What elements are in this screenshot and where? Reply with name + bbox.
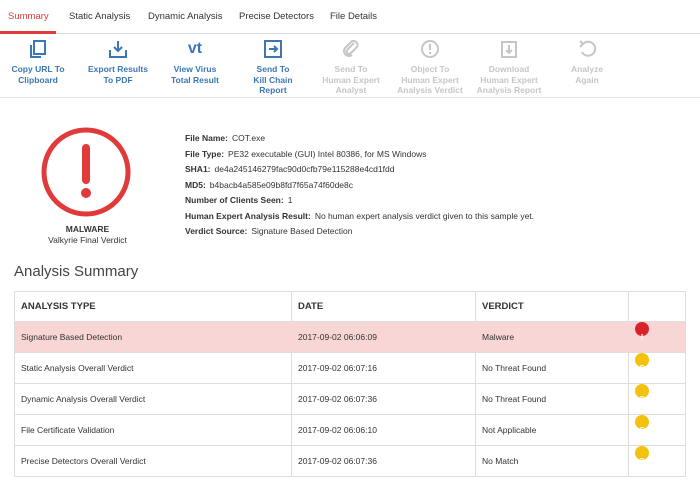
column-header-verdict: VERDICT bbox=[482, 301, 524, 312]
date-cell: 2017-09-02 06:07:36 bbox=[298, 456, 377, 466]
analysis-type-cell: Precise Detectors Overall Verdict bbox=[21, 456, 146, 466]
table-row[interactable]: Precise Detectors Overall Verdict 2017-0… bbox=[15, 446, 685, 477]
download-icon bbox=[501, 41, 517, 58]
date-cell: 2017-09-02 06:06:10 bbox=[298, 425, 377, 435]
question-icon[interactable]: ? bbox=[635, 446, 649, 466]
tab-summary[interactable]: Summary bbox=[8, 11, 49, 22]
question-icon[interactable]: ? bbox=[635, 415, 649, 435]
file-name-key: File Name: bbox=[185, 133, 228, 143]
verdict-cell: Malware bbox=[482, 332, 515, 342]
human-expert-result-key: Human Expert Analysis Result: bbox=[185, 210, 311, 221]
md5-value: b4bacb4a585e09b8fd7f65a74f60de8c bbox=[209, 179, 354, 190]
copy-url-button[interactable]: Copy URL To Clipboard bbox=[0, 38, 80, 85]
analysis-summary-title: Analysis Summary bbox=[14, 263, 139, 280]
export-pdf-button[interactable]: Export Results To PDF bbox=[76, 38, 160, 85]
verdict-source-value: Signature Based Detection bbox=[251, 226, 353, 236]
date-cell: 2017-09-02 06:06:09 bbox=[298, 332, 377, 342]
sha1-row: SHA1: de4a245146279fac90d0cfb79e115288e4c… bbox=[185, 162, 685, 178]
view-virustotal-label: View Virus Total Result bbox=[170, 64, 219, 85]
export-pdf-label: Export Results To PDF bbox=[88, 64, 148, 85]
question-icon[interactable]: ? bbox=[635, 384, 649, 404]
analyze-again-button[interactable]: Analyze Again bbox=[545, 38, 629, 85]
download-report-button[interactable]: Download Human Expert Analysis Report bbox=[467, 38, 551, 96]
export-icon bbox=[109, 41, 127, 58]
tab-file-details[interactable]: File Details bbox=[330, 11, 377, 22]
send-kill-chain-label: Send To Kill Chain Report bbox=[253, 64, 293, 95]
action-toolbar: Copy URL To Clipboard Export Results To … bbox=[0, 35, 700, 98]
question-icon[interactable]: ? bbox=[635, 353, 649, 373]
exclamation-circle-icon bbox=[421, 40, 439, 58]
sha1-key: SHA1: bbox=[185, 164, 211, 174]
tab-bar: Summary Static Analysis Dynamic Analysis… bbox=[0, 0, 700, 34]
file-type-key: File Type: bbox=[185, 148, 225, 159]
tab-precise-detectors[interactable]: Precise Detectors bbox=[239, 11, 314, 22]
verdict-cell: No Threat Found bbox=[482, 363, 547, 373]
clients-seen-row: Number of Clients Seen: 1 bbox=[185, 193, 685, 209]
file-info-panel: File Name: COT.exe File Type: PE32 executa… bbox=[185, 131, 685, 240]
md5-key: MD5: bbox=[185, 179, 206, 190]
malware-verdict-icon bbox=[41, 127, 131, 217]
file-type-value: PE32 executable (GUI) Intel 80386, for M… bbox=[228, 148, 427, 159]
send-arrow-icon bbox=[264, 40, 282, 58]
verdict-cell: Not Applicable bbox=[482, 425, 537, 435]
md5-row: MD5: b4bacb4a585e09b8fd7f65a74f60de8c bbox=[185, 178, 685, 194]
refresh-icon bbox=[579, 40, 597, 57]
file-name-value: COT.exe bbox=[232, 133, 266, 143]
active-tab-indicator bbox=[0, 31, 56, 34]
download-report-label: Download Human Expert Analysis Report bbox=[476, 64, 542, 95]
view-virustotal-button[interactable]: vt View Virus Total Result bbox=[153, 38, 237, 85]
analyze-again-label: Analyze Again bbox=[570, 64, 604, 85]
verdict-subtitle: Valkyrie Final Verdict bbox=[48, 235, 127, 245]
human-expert-result-value: No human expert analysis verdict given t… bbox=[314, 210, 535, 221]
analysis-type-cell: File Certificate Validation bbox=[21, 425, 115, 435]
verdict-title: MALWARE bbox=[65, 224, 110, 234]
analysis-type-cell: Static Analysis Overall Verdict bbox=[21, 363, 134, 373]
table-row[interactable]: Static Analysis Overall Verdict 2017-09-… bbox=[15, 353, 685, 384]
file-name-row: File Name: COT.exe bbox=[185, 131, 685, 147]
date-cell: 2017-09-02 06:07:36 bbox=[298, 394, 377, 404]
clients-seen-key: Number of Clients Seen: bbox=[185, 195, 284, 205]
sha1-value: de4a245146279fac90d0cfb79e115288e4cd1fdd bbox=[214, 164, 395, 174]
table-row[interactable]: File Certificate Validation 2017-09-02 0… bbox=[15, 415, 685, 446]
date-cell: 2017-09-02 06:07:16 bbox=[298, 363, 377, 373]
table-row[interactable]: Dynamic Analysis Overall Verdict 2017-09… bbox=[15, 384, 685, 415]
analysis-type-cell: Dynamic Analysis Overall Verdict bbox=[21, 394, 146, 404]
paperclip-icon bbox=[343, 39, 359, 57]
tab-static-analysis[interactable]: Static Analysis bbox=[69, 11, 130, 22]
clients-seen-value: 1 bbox=[287, 195, 293, 205]
column-header-analysis-type: ANALYSIS TYPE bbox=[21, 301, 96, 312]
tab-dynamic-analysis[interactable]: Dynamic Analysis bbox=[148, 11, 222, 22]
send-human-expert-label: Send To Human Expert Analyst bbox=[322, 64, 380, 95]
send-kill-chain-button[interactable]: Send To Kill Chain Report bbox=[231, 38, 315, 96]
copy-icon bbox=[30, 40, 46, 58]
copy-url-label: Copy URL To Clipboard bbox=[11, 64, 65, 85]
object-verdict-button[interactable]: Object To Human Expert Analysis Verdict bbox=[388, 38, 472, 96]
verdict-cell: No Match bbox=[482, 456, 519, 466]
verdict-source-row: Verdict Source: Signature Based Detection bbox=[185, 224, 685, 240]
analysis-type-cell: Signature Based Detection bbox=[21, 332, 123, 342]
send-human-expert-button[interactable]: Send To Human Expert Analyst bbox=[309, 38, 393, 96]
object-verdict-label: Object To Human Expert Analysis Verdict bbox=[397, 64, 463, 95]
analysis-summary-table: ANALYSIS TYPE DATE VERDICT Signature Bas… bbox=[14, 291, 686, 477]
vt-icon: vt bbox=[187, 40, 203, 57]
file-type-row: File Type: PE32 executable (GUI) Intel 80… bbox=[185, 147, 685, 163]
verdict-source-key: Verdict Source: bbox=[185, 226, 248, 236]
danger-icon: ! bbox=[635, 322, 649, 342]
table-row[interactable]: Signature Based Detection 2017-09-02 06:… bbox=[15, 322, 685, 353]
human-expert-result-row: Human Expert Analysis Result: No human ex… bbox=[185, 209, 685, 225]
table-header: ANALYSIS TYPE DATE VERDICT bbox=[15, 292, 685, 322]
verdict-cell: No Threat Found bbox=[482, 394, 547, 404]
column-header-date: DATE bbox=[298, 301, 324, 312]
